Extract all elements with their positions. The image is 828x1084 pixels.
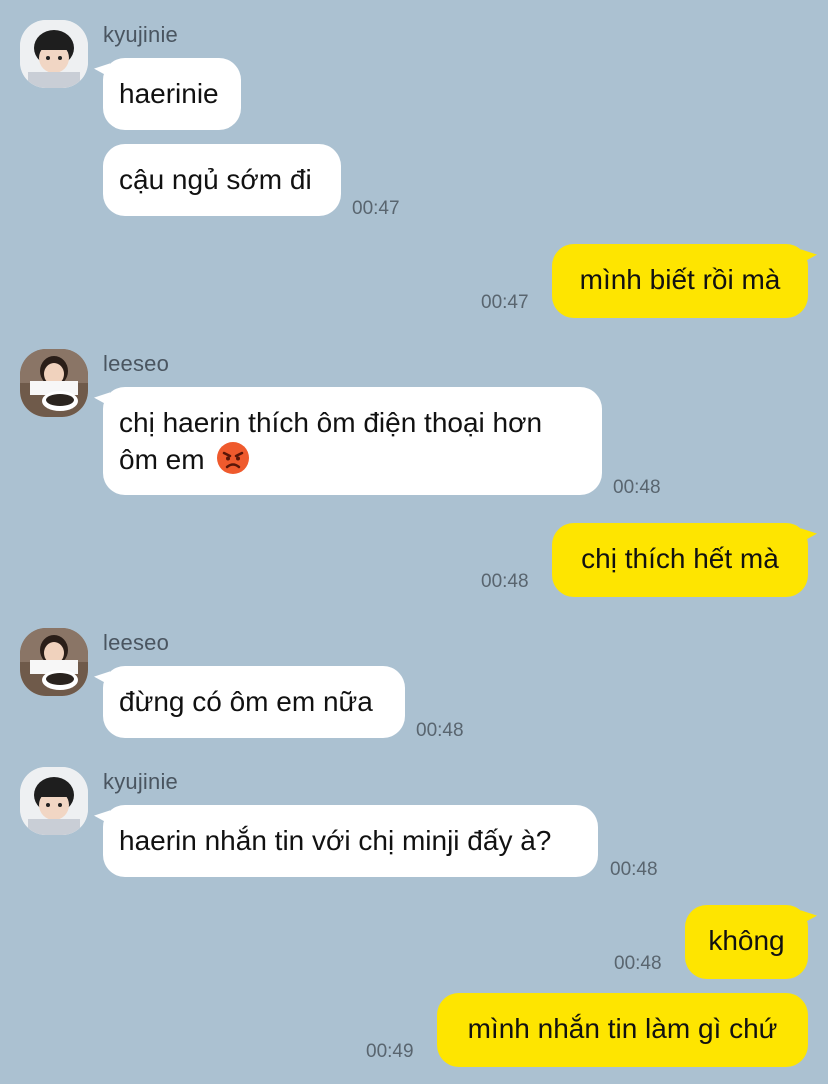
message-text: haerinie [119, 78, 219, 109]
message-text: mình biết rồi mà [579, 264, 781, 295]
sender-name: leeseo [103, 630, 170, 655]
sender-name: kyujinie [103, 769, 178, 794]
message-bubble-outgoing[interactable]: chị thích hết mà [552, 523, 808, 597]
message-bubble-outgoing[interactable]: mình biết rồi mà [552, 244, 808, 318]
avatar-kyujinie-image [20, 767, 88, 835]
message-time: 00:48 [416, 720, 464, 741]
avatar-leeseo[interactable] [20, 349, 88, 417]
avatar-leeseo[interactable] [20, 628, 88, 696]
message-time: 00:47 [352, 198, 400, 219]
message-bubble-outgoing[interactable]: mình nhắn tin làm gì chứ [437, 993, 808, 1067]
message-text: haerin nhắn tin với chị minji đấy à? [119, 825, 552, 856]
message-time: 00:47 [481, 292, 529, 313]
message-time: 00:49 [366, 1041, 414, 1062]
message-bubble[interactable]: cậu ngủ sớm đi [103, 144, 341, 216]
message-text: cậu ngủ sớm đi [119, 164, 312, 195]
message-bubble[interactable]: haerinie [103, 58, 241, 130]
message-text: đừng có ôm em nữa [119, 686, 373, 717]
message-bubble-outgoing[interactable]: không [685, 905, 808, 979]
angry-face-icon [217, 442, 250, 474]
message-text: không [708, 925, 785, 956]
avatar-kyujinie[interactable] [20, 20, 88, 88]
message-bubble[interactable]: haerin nhắn tin với chị minji đấy à? [103, 805, 598, 877]
sender-name: leeseo [103, 351, 170, 376]
message-time: 00:48 [613, 477, 661, 498]
message-bubble[interactable]: đừng có ôm em nữa [103, 666, 405, 738]
avatar-leeseo-image [20, 628, 88, 696]
message-text: chị haerin thích ôm điện thoại hơn ôm em [119, 407, 543, 475]
avatar-kyujinie-image [20, 20, 88, 88]
sender-name: kyujinie [103, 22, 178, 47]
message-bubble[interactable]: chị haerin thích ôm điện thoại hơn ôm em [103, 387, 602, 495]
message-time: 00:48 [481, 571, 529, 592]
message-text: mình nhắn tin làm gì chứ [467, 1013, 778, 1044]
avatar-kyujinie[interactable] [20, 767, 88, 835]
avatar-leeseo-image [20, 349, 88, 417]
message-time: 00:48 [610, 859, 658, 880]
message-text: chị thích hết mà [581, 543, 779, 574]
message-time: 00:48 [614, 953, 662, 974]
